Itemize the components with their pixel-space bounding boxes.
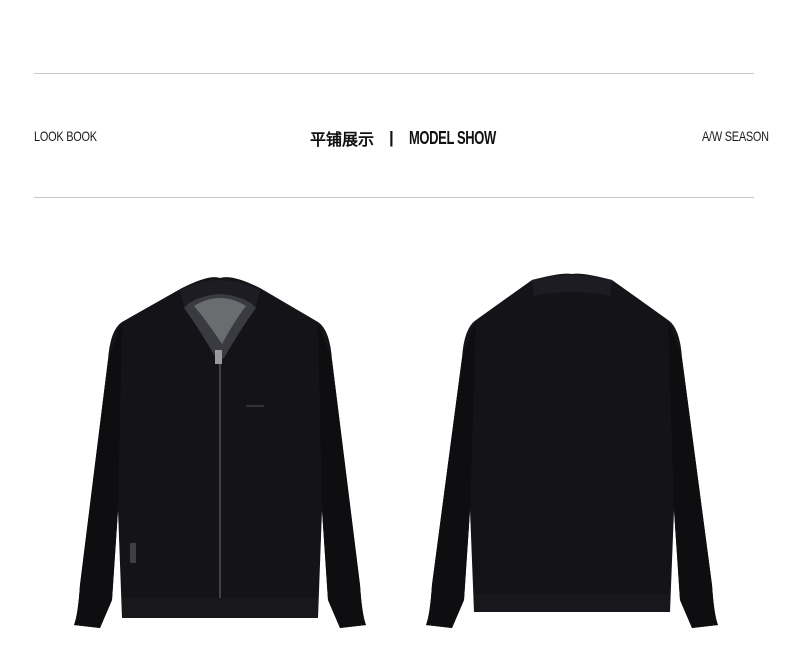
season-label: A/W SEASON (702, 128, 769, 144)
section-title-cn: 平铺展示 (310, 130, 375, 149)
section-title: 平铺展示 | MODEL SHOW (310, 126, 529, 150)
title-separator: | (389, 128, 394, 147)
bottom-divider (34, 197, 754, 198)
top-divider (34, 73, 754, 74)
section-title-en: MODEL SHOW (408, 127, 496, 148)
jacket-front-image (74, 277, 366, 628)
look-book-label: LOOK BOOK (34, 128, 97, 144)
jacket-back-image (426, 273, 718, 628)
